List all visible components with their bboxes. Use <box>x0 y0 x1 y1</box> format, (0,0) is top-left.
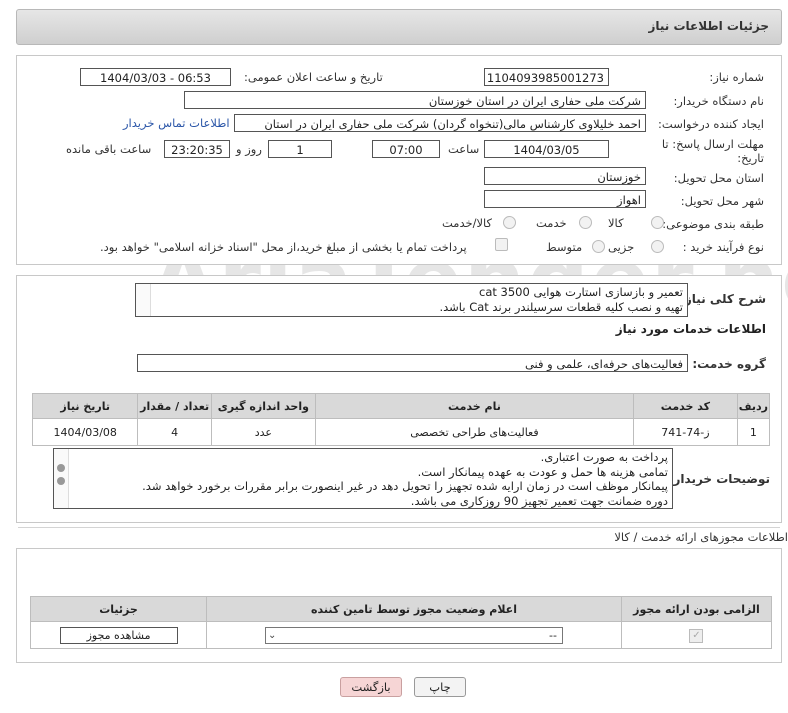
row-name: فعالیت‌های طراحی تخصصی <box>314 418 634 446</box>
buyer-note-line-1: پرداخت به صورت اعتباری. <box>540 450 668 464</box>
remaining-label: ساعت باقی مانده <box>66 142 152 156</box>
services-table: ردیف کد خدمت نام خدمت واحد اندازه گیری ت… <box>31 393 771 446</box>
treasury-checkbox[interactable] <box>495 238 508 251</box>
buyer-notes-scrollbar[interactable] <box>54 449 69 508</box>
buyer-note-line-2: تمامی هزینه ها حمل و عودت به عهده پیمانک… <box>417 464 668 479</box>
creator-label: ایجاد کننده درخواست: <box>658 117 764 131</box>
need-number-label: شماره نیاز: <box>709 70 764 84</box>
process-medium-radio[interactable] <box>592 240 605 253</box>
scroll-dot-icon <box>57 464 65 472</box>
row-qty: 4 <box>137 418 212 446</box>
service-group-label: گروه خدمت: <box>692 357 766 371</box>
service-group-field: فعالیت‌های حرفه‌ای، علمی و فنی <box>137 354 688 372</box>
category-label: طبقه بندی موضوعی: <box>662 217 764 231</box>
col-qty: تعداد / مقدار <box>137 393 212 419</box>
buyer-field: شرکت ملی حفاری ایران در استان خوزستان <box>184 91 646 109</box>
province-field: خوزستان <box>484 167 646 185</box>
print-button[interactable]: چاپ <box>414 677 466 697</box>
permit-status-value: -- <box>549 628 557 642</box>
required-cell: ✓ <box>620 621 773 649</box>
time-label: ساعت <box>448 142 480 156</box>
description-line-2: تهیه و نصب کلیه قطعات سرسیلندر برند Cat … <box>439 300 683 314</box>
announce-field: 1404/03/03 - 06:53 <box>80 68 231 86</box>
view-permit-button[interactable]: مشاهده مجوز <box>59 626 178 644</box>
buyer-contact-link[interactable]: اطلاعات تماس خریدار <box>123 116 230 130</box>
announce-label: تاریخ و ساعت اعلان عمومی: <box>244 70 383 84</box>
row-unit: عدد <box>210 418 316 446</box>
services-title: اطلاعات خدمات مورد نیاز <box>615 322 766 336</box>
remaining-time-field: 23:20:35 <box>164 140 230 158</box>
city-label: شهر محل تحویل: <box>680 194 764 208</box>
back-button[interactable]: بازگشت <box>340 677 402 697</box>
category-goods-label: کالا <box>608 216 624 230</box>
required-checkbox-icon: ✓ <box>689 628 704 643</box>
category-service-label: خدمت <box>536 216 567 230</box>
scroll-dot-icon <box>57 477 65 485</box>
deadline-label: مهلت ارسال پاسخ: تا تاریخ: <box>661 137 764 165</box>
category-both-radio[interactable] <box>503 216 516 229</box>
chevron-down-icon: ⌄ <box>268 629 277 641</box>
description-textarea[interactable]: تعمیر و بازسازی استارت هوایی cat 3500 ته… <box>135 283 688 317</box>
permits-divider <box>18 527 780 528</box>
category-both-label: کالا/خدمت <box>442 216 493 230</box>
need-number-field: 1104093985001273 <box>484 68 609 86</box>
days-field: 1 <box>268 140 332 158</box>
col-name: نام خدمت <box>314 393 634 419</box>
description-scrollbar[interactable] <box>136 284 151 316</box>
col-code: کد خدمت <box>632 393 738 419</box>
col-date: تاریخ نیاز <box>31 393 139 419</box>
permits-table-header: الزامی بودن ارائه مجوز اعلام وضعیت مجوز … <box>29 596 773 622</box>
services-table-header: ردیف کد خدمت نام خدمت واحد اندازه گیری ت… <box>31 393 771 419</box>
col-details: جزئیات <box>29 596 208 622</box>
description-line-1: تعمیر و بازسازی استارت هوایی cat 3500 <box>479 285 683 299</box>
page-title: جزئیات اطلاعات نیاز <box>648 19 769 33</box>
buyer-label: نام دستگاه خریدار: <box>673 94 764 108</box>
deadline-time-field: 07:00 <box>372 140 440 158</box>
buyer-note-line-3: پیمانکار موظف است در زمان ارایه شده تجهی… <box>142 479 668 493</box>
col-unit: واحد اندازه گیری <box>210 393 316 419</box>
table-row: 1 ز-74-741 فعالیت‌های طراحی تخصصی عدد 4 … <box>31 418 771 446</box>
row-index: 1 <box>736 418 771 446</box>
province-label: استان محل تحویل: <box>673 171 764 185</box>
buyer-notes-label: توضیحات خریدار: <box>668 472 770 486</box>
page-header: جزئیات اطلاعات نیاز <box>16 9 782 45</box>
buyer-notes-textarea[interactable]: پرداخت به صورت اعتباری. تمامی هزینه ها ح… <box>53 448 673 509</box>
description-label: شرح کلی نیاز: <box>680 292 766 306</box>
treasury-note: پرداخت تمام یا بخشی از مبلغ خرید،از محل … <box>100 240 467 254</box>
creator-field: احمد خلیلاوی کارشناس مالی(تنخواه گردان) … <box>234 114 646 132</box>
permits-table: الزامی بودن ارائه مجوز اعلام وضعیت مجوز … <box>29 596 773 649</box>
permits-title: اطلاعات مجوزهای ارائه خدمت / کالا <box>614 530 788 544</box>
city-field: اهواز <box>484 190 646 208</box>
row-date: 1404/03/08 <box>31 418 139 446</box>
details-cell: مشاهده مجوز <box>29 621 208 649</box>
col-index: ردیف <box>736 393 771 419</box>
process-label: نوع فرآیند خرید : <box>682 240 764 254</box>
deadline-date-field: 1404/03/05 <box>484 140 609 158</box>
row-code: ز-74-741 <box>632 418 738 446</box>
buyer-note-line-4: دوره ضمانت جهت تعمیر تجهیز 90 روزکاری می… <box>410 493 668 508</box>
status-cell: ⌄ -- <box>206 621 622 649</box>
process-minor-label: جزیی <box>608 240 635 254</box>
col-status: اعلام وضعیت مجوز توسط تامین کننده <box>206 596 622 622</box>
permit-status-select[interactable]: ⌄ -- <box>265 626 564 644</box>
days-label: روز و <box>236 142 262 156</box>
process-minor-radio[interactable] <box>651 240 664 253</box>
col-required: الزامی بودن ارائه مجوز <box>620 596 773 622</box>
table-row: ✓ ⌄ -- مشاهده مجوز <box>29 621 773 649</box>
category-goods-radio[interactable] <box>651 216 664 229</box>
process-medium-label: متوسط <box>546 240 583 254</box>
category-service-radio[interactable] <box>579 216 592 229</box>
